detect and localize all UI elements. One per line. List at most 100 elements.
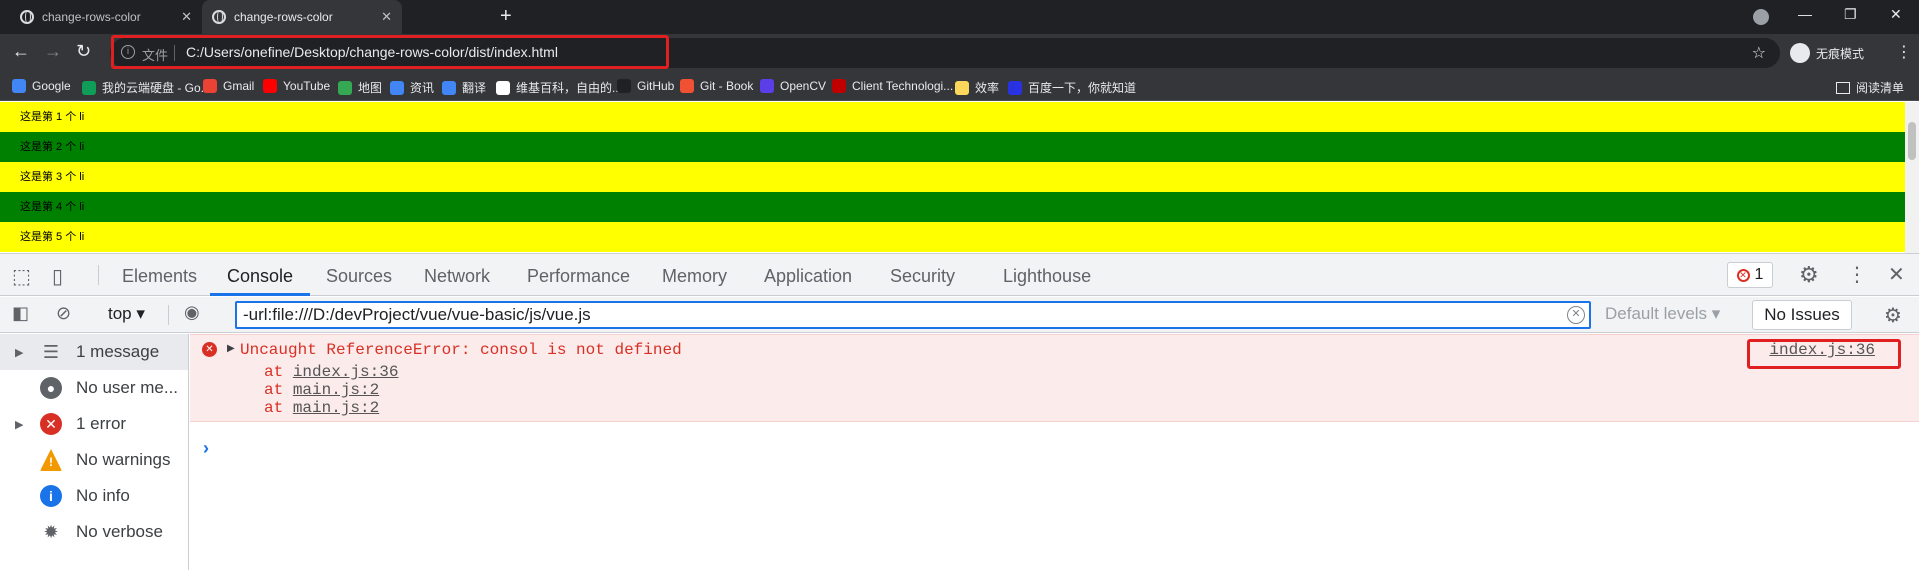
bookmark-item[interactable]: 我的云端硬盘 - Go... xyxy=(82,79,211,96)
bookmark-item[interactable]: Google xyxy=(12,79,71,93)
console-prompt-icon[interactable]: › xyxy=(203,438,209,459)
close-devtools-icon[interactable]: ✕ xyxy=(1888,262,1905,287)
sidebar-item[interactable]: ▶ ☰ 1 message xyxy=(0,334,188,370)
error-text: Uncaught ReferenceError: consol is not d… xyxy=(240,341,682,359)
bookmark-favicon-icon xyxy=(12,79,26,93)
console-filter-input[interactable] xyxy=(235,301,1591,329)
close-tab-icon[interactable]: ✕ xyxy=(381,9,392,25)
incognito-icon xyxy=(1790,43,1810,63)
context-select[interactable]: top ▾ xyxy=(108,304,145,324)
devtools-tab-application[interactable]: Application xyxy=(764,266,852,287)
bookmark-favicon-icon xyxy=(760,79,774,93)
bookmark-item[interactable]: Git - Book xyxy=(680,79,753,93)
expand-triangle-icon[interactable]: ▶ xyxy=(227,343,235,354)
console-error-message: ✕ ▶ Uncaught ReferenceError: consol is n… xyxy=(190,334,1919,422)
bookmark-item[interactable]: OpenCV xyxy=(760,79,826,93)
annotation-highlight-box xyxy=(1747,339,1901,369)
tab-strip: change-rows-color ✕ change-rows-color ✕ … xyxy=(0,0,1919,34)
bookmark-item[interactable]: YouTube xyxy=(263,79,330,93)
sidebar-item[interactable]: ✹ No verbose xyxy=(0,514,188,550)
device-toolbar-icon[interactable]: ▯ xyxy=(52,264,63,289)
bookmark-item[interactable]: Client Technologi... xyxy=(832,79,953,93)
error-icon: ✕ xyxy=(40,413,62,435)
inspect-element-icon[interactable]: ⬚ xyxy=(12,264,31,289)
settings-gear-icon[interactable]: ⚙ xyxy=(1799,262,1819,288)
log-levels-select[interactable]: Default levels ▾ xyxy=(1605,304,1720,324)
stack-file-link[interactable]: index.js:36 xyxy=(293,363,399,381)
sidebar-item[interactable]: ● No user me... xyxy=(0,370,188,406)
bookmark-item[interactable]: 效率 xyxy=(955,79,999,96)
bookmark-label: 资讯 xyxy=(410,81,435,95)
issues-button[interactable]: No Issues xyxy=(1752,300,1852,330)
page-scrollbar[interactable] xyxy=(1905,102,1919,253)
bookmark-favicon-icon xyxy=(955,80,969,95)
sidebar-item[interactable]: ! No warnings xyxy=(0,442,188,478)
bookmark-label: 翻译 xyxy=(462,81,487,95)
profile-button[interactable]: 无痕模式 xyxy=(1790,43,1864,63)
console-settings-icon[interactable]: ⚙ xyxy=(1884,303,1902,328)
tab-search-icon[interactable] xyxy=(1753,9,1769,25)
devtools-tab-network[interactable]: Network xyxy=(424,266,490,287)
error-count-badge[interactable]: ✕ 1 xyxy=(1727,262,1773,288)
more-options-icon[interactable]: ⋮ xyxy=(1847,262,1867,287)
globe-icon xyxy=(212,10,226,24)
reading-list-icon xyxy=(1836,81,1850,94)
devtools-tab-lighthouse[interactable]: Lighthouse xyxy=(1003,266,1091,287)
browser-tab[interactable]: change-rows-color ✕ xyxy=(12,0,202,34)
expand-triangle-icon[interactable]: ▶ xyxy=(15,346,23,359)
bookmark-item[interactable]: Gmail xyxy=(203,79,254,93)
bookmark-label: YouTube xyxy=(283,79,331,93)
console-sidebar: ▶ ☰ 1 message ● No user me... ▶ ✕ 1 error! No wa… xyxy=(0,334,189,570)
list-item: 这是第 1 个 li xyxy=(0,102,1905,132)
minimize-icon[interactable]: — xyxy=(1798,6,1812,22)
back-icon[interactable]: ← xyxy=(12,41,30,62)
bookmark-item[interactable]: 地图 xyxy=(338,79,382,96)
reload-icon[interactable]: ↻ xyxy=(76,41,91,62)
error-count: 1 xyxy=(1754,266,1764,283)
error-icon: ✕ xyxy=(1736,268,1750,282)
reading-list-button[interactable]: 阅读清单 xyxy=(1836,79,1904,96)
sidebar-item[interactable]: ▶ ✕ 1 error xyxy=(0,406,188,442)
list-icon: ☰ xyxy=(42,342,60,362)
bookmark-favicon-icon xyxy=(832,79,846,93)
devtools-tab-security[interactable]: Security xyxy=(890,266,955,287)
sidebar-item[interactable]: i No info xyxy=(0,478,188,514)
context-label: top xyxy=(108,304,132,323)
more-menu-icon[interactable]: ⋮ xyxy=(1896,42,1912,62)
close-window-icon[interactable]: ✕ xyxy=(1890,6,1902,23)
scrollbar-thumb[interactable] xyxy=(1908,122,1916,160)
reading-list-label: 阅读清单 xyxy=(1856,81,1905,95)
devtools-tab-performance[interactable]: Performance xyxy=(527,266,630,287)
close-tab-icon[interactable]: ✕ xyxy=(181,9,192,25)
stack-file-link[interactable]: main.js:2 xyxy=(293,399,379,417)
bookmark-item[interactable]: 翻译 xyxy=(442,79,486,96)
stack-file-link[interactable]: main.js:2 xyxy=(293,381,379,399)
info-icon: i xyxy=(40,485,62,507)
browser-tab-active[interactable]: change-rows-color ✕ xyxy=(202,0,402,34)
bookmark-favicon-icon xyxy=(442,80,456,95)
bookmark-item[interactable]: GitHub xyxy=(617,79,674,93)
tab-title: change-rows-color xyxy=(42,10,141,24)
bookmark-item[interactable]: 资讯 xyxy=(390,79,434,96)
bookmark-item[interactable]: 百度一下，你就知道 xyxy=(1008,79,1136,96)
bookmark-label: 地图 xyxy=(358,81,383,95)
bug-icon: ✹ xyxy=(43,522,59,542)
eye-icon[interactable]: ◉ xyxy=(184,302,200,323)
devtools-tab-console[interactable]: Console xyxy=(227,266,293,287)
sidebar-item-label: No user me... xyxy=(76,378,179,397)
sidebar-toggle-icon[interactable]: ◧ xyxy=(12,303,29,324)
forward-icon[interactable]: → xyxy=(44,41,62,62)
bookmark-favicon-icon xyxy=(617,79,631,93)
plus-icon[interactable]: + xyxy=(500,5,512,28)
restore-icon[interactable]: ❐ xyxy=(1844,6,1857,23)
levels-label: Default levels xyxy=(1605,304,1708,323)
expand-triangle-icon[interactable]: ▶ xyxy=(15,418,23,431)
devtools-tab-elements[interactable]: Elements xyxy=(122,266,197,287)
clear-console-icon[interactable]: ⊘ xyxy=(56,303,71,324)
clear-filter-icon[interactable]: ✕ xyxy=(1567,306,1585,324)
bookmark-item[interactable]: 维基百科，自由的... xyxy=(496,79,622,96)
devtools-tab-sources[interactable]: Sources xyxy=(326,266,392,287)
bookmark-star-icon[interactable]: ☆ xyxy=(1752,43,1766,63)
devtools-tab-memory[interactable]: Memory xyxy=(662,266,727,287)
console-toolbar: ◧ ⊘ top ▾ ◉ ✕ Default levels ▾ No Issues… xyxy=(0,297,1919,333)
